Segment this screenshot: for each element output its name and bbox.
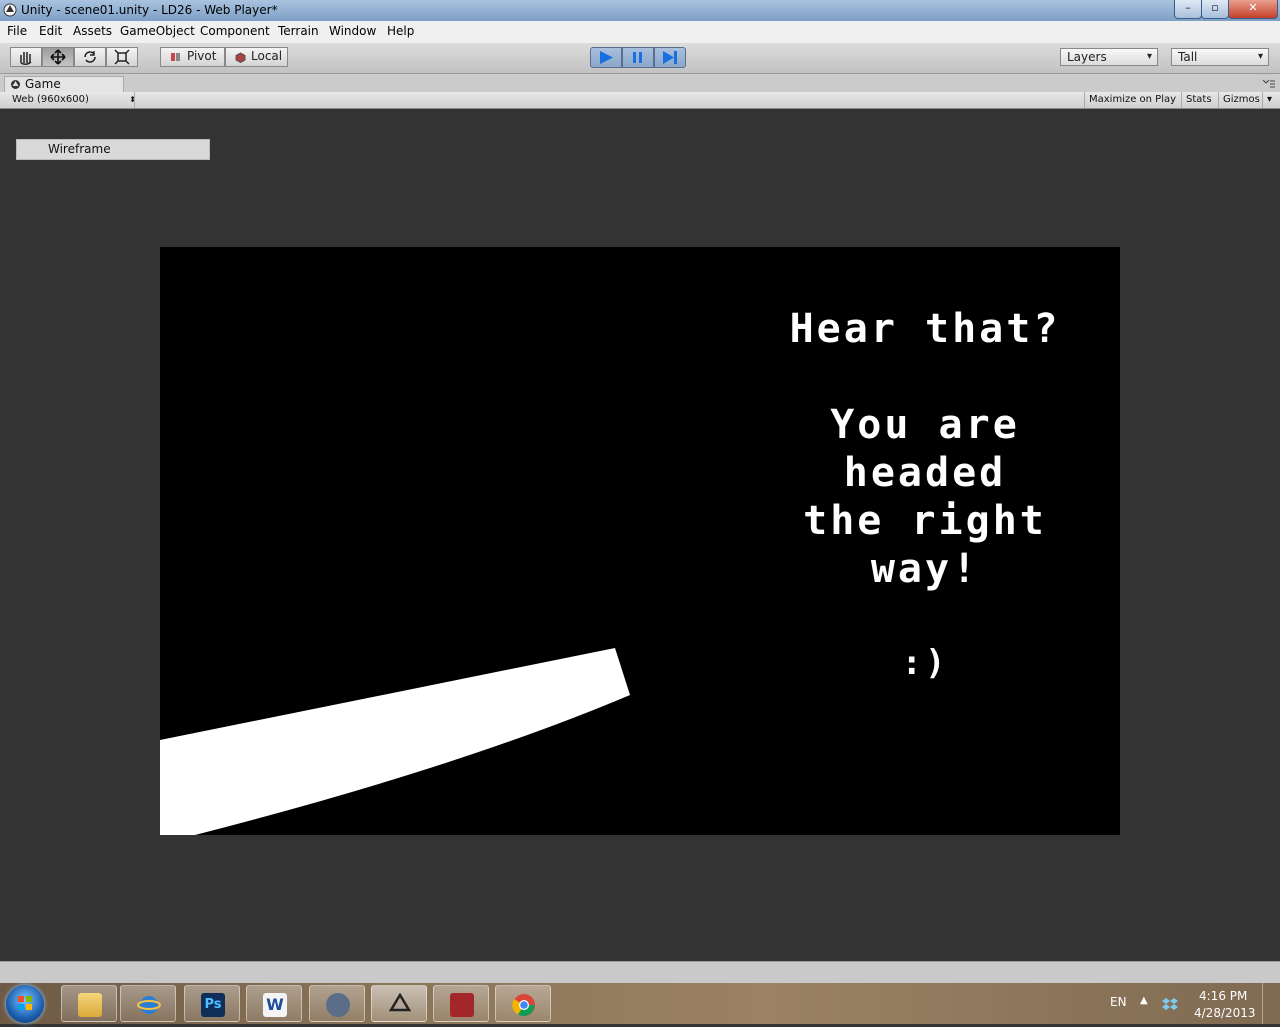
step-icon — [663, 51, 677, 64]
minimize-button[interactable]: – — [1174, 0, 1202, 19]
rotate-icon — [84, 51, 96, 63]
unity-taskbar-button[interactable] — [371, 985, 427, 1022]
show-desktop-button[interactable] — [1262, 983, 1280, 1024]
photoshop-icon: Ps — [201, 993, 225, 1017]
clock-date[interactable]: 4/28/2013 — [1194, 1006, 1256, 1020]
photoshop-taskbar-button[interactable]: Ps — [184, 985, 240, 1022]
chrome-taskbar-button[interactable] — [495, 985, 551, 1022]
toolbar-divider — [134, 92, 135, 108]
ie-taskbar-button[interactable] — [120, 985, 176, 1022]
word-taskbar-button[interactable]: W — [246, 985, 302, 1022]
move-icon — [50, 49, 66, 65]
panel-menu-icon[interactable] — [1262, 78, 1276, 88]
play-icon — [600, 51, 613, 64]
filmstrip-taskbar-button[interactable] — [433, 985, 489, 1022]
stats-toggle[interactable]: Stats — [1181, 92, 1216, 108]
menu-gameobject[interactable]: GameObject — [120, 24, 195, 38]
maximize-button[interactable]: ▫ — [1201, 0, 1229, 19]
menu-component[interactable]: Component — [200, 24, 270, 38]
unity-app-icon — [3, 3, 17, 17]
menu-file[interactable]: File — [7, 24, 27, 38]
pause-icon — [633, 52, 642, 63]
menu-edit[interactable]: Edit — [39, 24, 62, 38]
windows-logo-icon — [18, 996, 32, 1010]
menu-help[interactable]: Help — [387, 24, 414, 38]
menu-bar: File Edit Assets GameObject Component Te… — [0, 21, 1280, 44]
panel-tab-bar: Game — [0, 74, 1280, 92]
maximize-on-play-toggle[interactable]: Maximize on Play — [1084, 92, 1180, 108]
monodevelop-icon — [326, 993, 350, 1017]
local-toggle[interactable]: Local — [225, 47, 288, 67]
layout-dropdown[interactable]: Tall — [1171, 48, 1269, 66]
menu-assets[interactable]: Assets — [73, 24, 112, 38]
pivot-label: Pivot — [187, 49, 217, 63]
scale-tool-button[interactable] — [106, 47, 138, 67]
render-mode-dropdown[interactable]: Wireframe — [16, 139, 210, 160]
render-mode-label: Wireframe — [48, 142, 111, 156]
menu-window[interactable]: Window — [329, 24, 376, 38]
cube-icon — [235, 52, 246, 63]
local-label: Local — [251, 49, 283, 63]
pause-button[interactable] — [622, 47, 654, 68]
tray-expand-icon[interactable]: ▲ — [1140, 995, 1148, 1006]
tab-game-label: Game — [25, 77, 61, 91]
toolbar: Pivot Local Layers Tall — [0, 43, 1280, 74]
resolution-label: Web (960x600) — [12, 94, 89, 105]
tab-game[interactable]: Game — [4, 76, 124, 92]
step-button[interactable] — [654, 47, 686, 68]
game-canvas[interactable]: Hear that? You are headed the right way!… — [160, 247, 1120, 835]
layout-label: Tall — [1178, 50, 1198, 64]
play-button[interactable] — [590, 47, 622, 68]
pivot-icon — [171, 53, 180, 61]
menu-terrain[interactable]: Terrain — [278, 24, 319, 38]
game-text-smiley: :) — [901, 643, 949, 683]
game-view-toolbar: Web (960x600) ⬍ Maximize on Play Stats G… — [0, 92, 1280, 109]
start-button[interactable] — [6, 985, 44, 1023]
filmstrip-icon — [450, 993, 474, 1017]
layers-label: Layers — [1067, 50, 1107, 64]
status-bar — [0, 961, 1280, 984]
layers-dropdown[interactable]: Layers — [1060, 48, 1158, 66]
unity-icon — [388, 993, 412, 1012]
gizmos-dropdown-arrow[interactable]: ▾ — [1262, 92, 1275, 108]
taskbar: Ps W EN ▲ 4:16 PM 4/28/2013 — [0, 983, 1280, 1024]
move-tool-button[interactable] — [42, 47, 74, 67]
window-title: Unity - scene01.unity - LD26 - Web Playe… — [21, 3, 278, 17]
explorer-taskbar-button[interactable] — [61, 985, 117, 1022]
clock-time[interactable]: 4:16 PM — [1199, 989, 1247, 1003]
game-text-hear-that: Hear that? — [789, 306, 1061, 352]
rotate-tool-button[interactable] — [74, 47, 106, 67]
scale-icon — [114, 49, 130, 65]
ie-icon — [137, 996, 161, 1014]
resolution-dropdown[interactable]: Web (960x600) ⬍ — [8, 92, 136, 108]
language-indicator[interactable]: EN — [1110, 995, 1127, 1009]
gizmos-toggle[interactable]: Gizmos — [1218, 92, 1264, 108]
game-text-right-way: You are headed the right way! — [803, 402, 1047, 592]
hand-tool-button[interactable] — [10, 47, 42, 67]
chrome-icon — [512, 994, 535, 1016]
monodevelop-taskbar-button[interactable] — [309, 985, 365, 1022]
pivot-toggle[interactable]: Pivot — [160, 47, 225, 67]
folder-icon — [78, 993, 102, 1017]
title-bar: Unity - scene01.unity - LD26 - Web Playe… — [0, 0, 1280, 21]
dropbox-icon[interactable] — [1162, 996, 1178, 1012]
hand-icon — [20, 52, 32, 66]
word-icon: W — [263, 993, 287, 1017]
game-tab-icon — [11, 80, 20, 89]
close-button[interactable]: ✕ — [1228, 0, 1278, 19]
